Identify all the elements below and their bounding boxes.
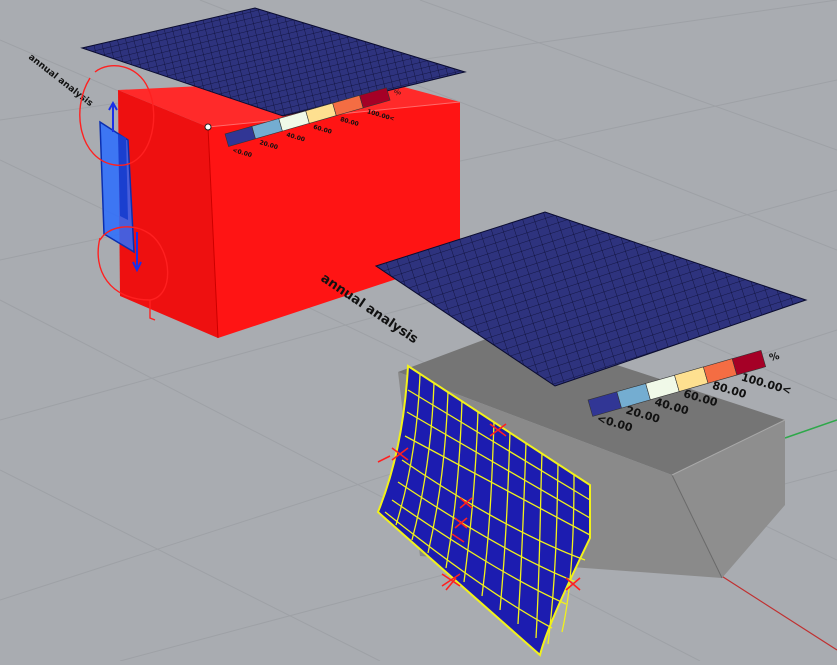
- legend-tick-label: 100.00<: [740, 371, 793, 398]
- panel-vertex-point[interactable]: [204, 123, 212, 131]
- 3d-viewport[interactable]: % <0.00 20.00 40.00 60.00 80.00 100.00< annua…: [0, 0, 837, 662]
- legend-large-unit: %: [768, 351, 781, 364]
- analysis-label-small: annual analysis: [26, 52, 94, 108]
